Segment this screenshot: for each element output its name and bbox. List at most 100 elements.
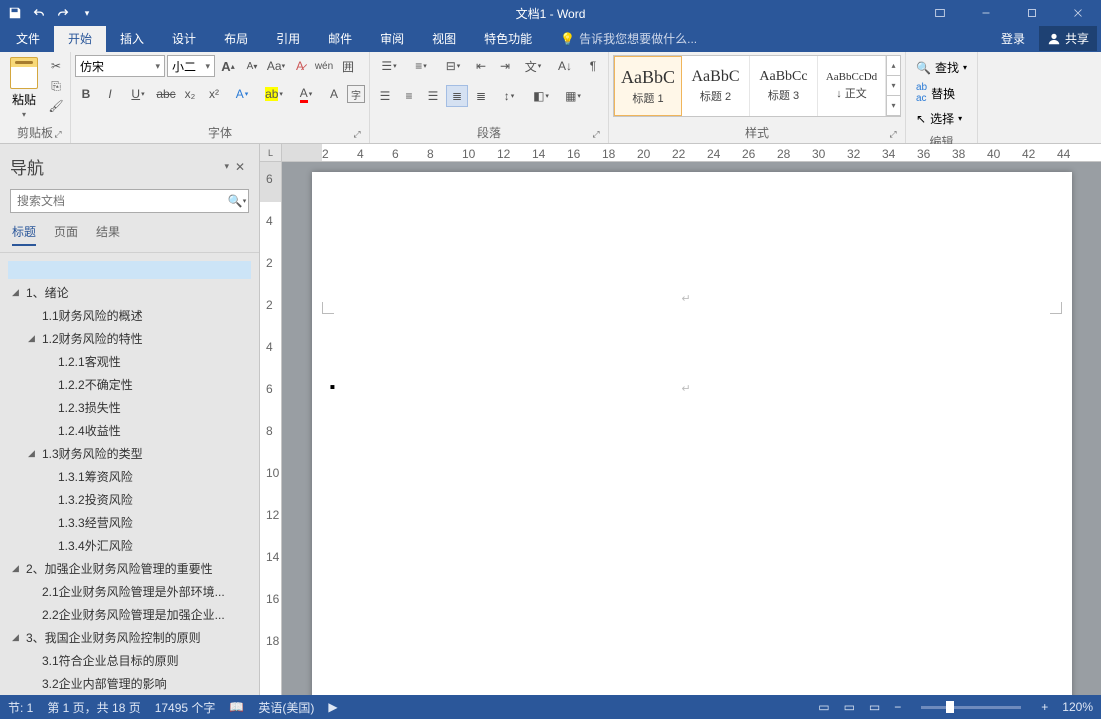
tree-item[interactable]: 1.2.2不确定性 <box>4 373 255 396</box>
nav-close-button[interactable]: ✕ <box>235 160 249 174</box>
sort-button[interactable]: A↓ <box>550 55 580 77</box>
expand-icon[interactable]: ◢ <box>28 448 38 459</box>
expand-icon[interactable]: ◢ <box>12 632 22 643</box>
redo-button[interactable] <box>52 2 74 24</box>
find-button[interactable]: 🔍 查找 ▾ <box>912 57 971 78</box>
status-proofing[interactable]: 📖 <box>229 700 244 714</box>
expand-icon[interactable]: ◢ <box>12 287 22 298</box>
multilevel-button[interactable]: ⊟▾ <box>438 55 468 77</box>
enclose-char-button[interactable]: 囲 <box>337 55 359 77</box>
shrink-font-button[interactable]: A▾ <box>241 55 263 77</box>
tree-item[interactable]: 1.2.1客观性 <box>4 350 255 373</box>
align-center-button[interactable]: ≡ <box>398 85 420 107</box>
close-button[interactable] <box>1055 0 1101 26</box>
tree-item[interactable]: 1.3.4外汇风险 <box>4 534 255 557</box>
styles-launcher[interactable]: ⤢ <box>887 129 899 141</box>
line-spacing-button[interactable]: ↕▾ <box>494 85 524 107</box>
tree-item[interactable]: 2.1企业财务风险管理是外部环境... <box>4 580 255 603</box>
tree-item[interactable]: 1.3.3经营风险 <box>4 511 255 534</box>
superscript-button[interactable]: x² <box>203 83 225 105</box>
tree-item[interactable]: 1.3.1筹资风险 <box>4 465 255 488</box>
tab-home[interactable]: 开始 <box>54 25 106 52</box>
show-marks-button[interactable]: ¶ <box>582 55 604 77</box>
format-painter-button[interactable]: 🖌 <box>46 97 66 115</box>
tab-view[interactable]: 视图 <box>418 25 470 52</box>
bullets-button[interactable]: ☰▾ <box>374 55 404 77</box>
ruler-corner[interactable]: L <box>260 144 282 161</box>
char-shading-button[interactable]: A <box>323 83 345 105</box>
strike-button[interactable]: abc <box>155 83 177 105</box>
font-color-button[interactable]: A▾ <box>291 83 321 105</box>
tab-design[interactable]: 设计 <box>158 25 210 52</box>
cut-button[interactable]: ✂ <box>46 57 66 75</box>
highlight-button[interactable]: ab▾ <box>259 83 289 105</box>
tab-special[interactable]: 特色功能 <box>470 25 546 52</box>
nav-search-button[interactable]: 🔍▾ <box>227 191 247 211</box>
undo-button[interactable] <box>28 2 50 24</box>
paste-button[interactable]: 粘贴 ▾ <box>4 55 44 121</box>
align-right-button[interactable]: ☰ <box>422 85 444 107</box>
nav-tab-pages[interactable]: 页面 <box>54 223 78 246</box>
change-case-button[interactable]: Aa▾ <box>265 55 287 77</box>
styles-scroll[interactable]: ▴▾▾ <box>886 56 900 116</box>
tab-layout[interactable]: 布局 <box>210 25 262 52</box>
nav-search-input[interactable] <box>10 189 249 213</box>
numbering-button[interactable]: ≡▾ <box>406 55 436 77</box>
style-normal[interactable]: AaBbCcDd↓ 正文 <box>818 56 886 116</box>
document-page[interactable]: ↵ ↵ ▪ <box>312 172 1072 695</box>
view-print-layout[interactable]: ▭ <box>844 700 855 714</box>
grow-font-button[interactable]: A▴ <box>217 55 239 77</box>
align-left-button[interactable]: ☰ <box>374 85 396 107</box>
italic-button[interactable]: I <box>99 83 121 105</box>
zoom-slider[interactable] <box>921 706 1021 709</box>
font-launcher[interactable]: ⤢ <box>351 129 363 141</box>
paragraph-launcher[interactable]: ⤢ <box>590 129 602 141</box>
style-heading2[interactable]: AaBbC标题 2 <box>682 56 750 116</box>
align-distribute-button[interactable]: ≣ <box>470 85 492 107</box>
subscript-button[interactable]: x₂ <box>179 83 201 105</box>
font-size-combo[interactable]: 小二▾ <box>167 55 215 77</box>
view-web-layout[interactable]: ▭ <box>869 700 880 714</box>
char-border-button[interactable]: 字 <box>347 85 365 103</box>
tree-selection-highlight[interactable] <box>8 261 251 279</box>
expand-icon[interactable]: ◢ <box>28 333 38 344</box>
nav-tab-results[interactable]: 结果 <box>96 223 120 246</box>
font-name-combo[interactable]: 仿宋▾ <box>75 55 165 77</box>
status-page[interactable]: 第 1 页，共 18 页 <box>47 699 140 716</box>
tree-item[interactable]: ◢2、加强企业财务风险管理的重要性 <box>4 557 255 580</box>
text-direction-button[interactable]: 文▾ <box>518 55 548 77</box>
tab-insert[interactable]: 插入 <box>106 25 158 52</box>
expand-icon[interactable]: ◢ <box>12 563 22 574</box>
tree-item[interactable]: ◢1、绪论 <box>4 281 255 304</box>
status-words[interactable]: 17495 个字 <box>155 699 216 716</box>
horizontal-ruler[interactable]: L 24681012141618202224262830323436384042… <box>260 144 1101 162</box>
status-macro[interactable]: ▶ <box>328 700 337 714</box>
ribbon-display-options[interactable] <box>917 0 963 26</box>
save-button[interactable] <box>4 2 26 24</box>
align-justify-button[interactable]: ≣ <box>446 85 468 107</box>
tree-item[interactable]: 1.3.2投资风险 <box>4 488 255 511</box>
tab-review[interactable]: 审阅 <box>366 25 418 52</box>
view-read-mode[interactable]: ▭ <box>818 700 829 714</box>
zoom-out-button[interactable]: − <box>894 700 901 714</box>
share-button[interactable]: 共享 <box>1039 26 1097 51</box>
tree-item[interactable]: ◢3、我国企业财务风险控制的原则 <box>4 626 255 649</box>
decrease-indent-button[interactable]: ⇤ <box>470 55 492 77</box>
tab-references[interactable]: 引用 <box>262 25 314 52</box>
tell-me-box[interactable]: 💡 告诉我您想要做什么... <box>546 25 711 52</box>
clear-format-button[interactable]: A̷ <box>289 55 311 77</box>
tree-item[interactable]: 3.1符合企业总目标的原则 <box>4 649 255 672</box>
minimize-button[interactable] <box>963 0 1009 26</box>
style-heading1[interactable]: AaBbC标题 1 <box>614 56 682 116</box>
tree-item[interactable]: 1.2.4收益性 <box>4 419 255 442</box>
tab-mailings[interactable]: 邮件 <box>314 25 366 52</box>
bold-button[interactable]: B <box>75 83 97 105</box>
zoom-in-button[interactable]: + <box>1041 700 1048 714</box>
copy-button[interactable]: ⎘ <box>46 77 66 95</box>
status-language[interactable]: 英语(美国) <box>258 699 314 716</box>
nav-dropdown[interactable]: ▾ <box>224 161 229 172</box>
phonetic-button[interactable]: wén <box>313 55 335 77</box>
status-section[interactable]: 节: 1 <box>8 699 33 716</box>
underline-button[interactable]: U▾ <box>123 83 153 105</box>
maximize-button[interactable] <box>1009 0 1055 26</box>
